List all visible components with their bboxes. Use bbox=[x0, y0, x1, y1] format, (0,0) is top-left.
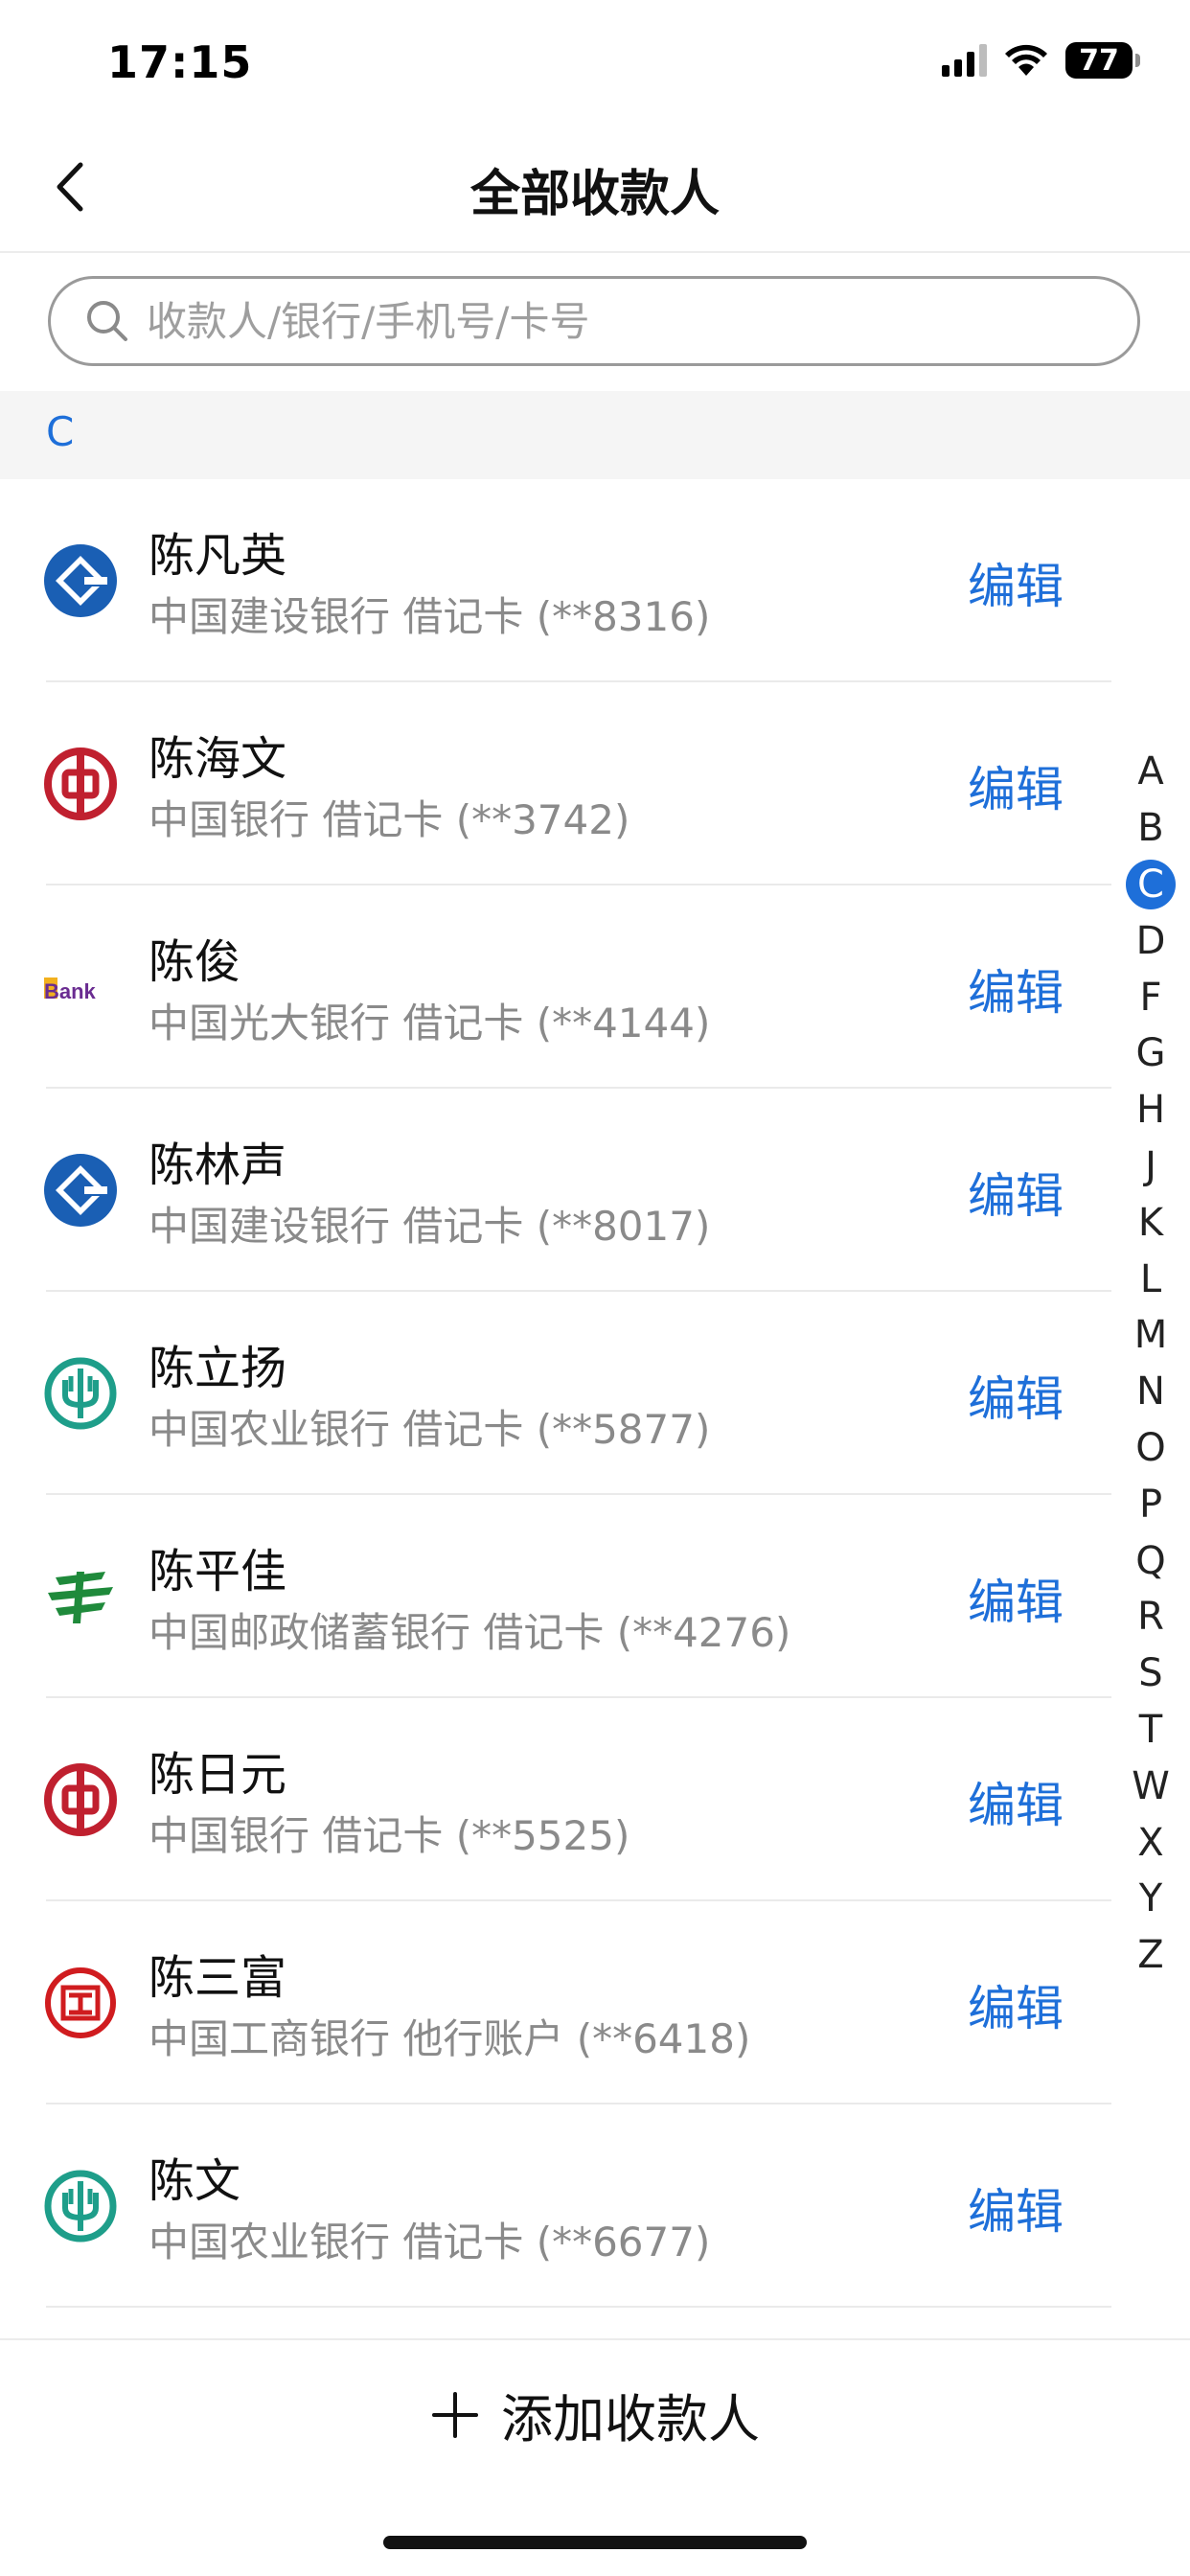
payee-row[interactable]: 陈三富 中国工商银行 他行账户 (**6418) 编辑 bbox=[0, 1901, 1111, 2104]
payee-name: 陈文 bbox=[149, 2154, 241, 2208]
edit-button[interactable]: 编辑 bbox=[968, 1361, 1064, 1430]
payee-row[interactable]: 陈立扬 中国农业银行 借记卡 (**5877) 编辑 bbox=[0, 1292, 1111, 1495]
index-letter-f[interactable]: F bbox=[1111, 969, 1190, 1025]
index-letter-p[interactable]: P bbox=[1111, 1476, 1190, 1532]
status-icons: 77 bbox=[942, 42, 1140, 79]
payee-name: 陈立扬 bbox=[149, 1342, 287, 1395]
payee-name: 陈平佳 bbox=[149, 1545, 287, 1598]
abc-logo-icon bbox=[44, 2170, 117, 2242]
payee-detail: 中国建设银行 借记卡 (**8017) bbox=[149, 1203, 711, 1250]
payee-detail: 中国银行 借记卡 (**5525) bbox=[149, 1812, 630, 1859]
search-input[interactable] bbox=[145, 296, 1107, 346]
status-time: 17:15 bbox=[107, 36, 253, 88]
psbc-logo-icon bbox=[48, 1572, 113, 1623]
index-letter-y[interactable]: Y bbox=[1111, 1871, 1190, 1927]
index-letter-m[interactable]: M bbox=[1111, 1307, 1190, 1364]
payee-row[interactable]: 陈海文 中国银行 借记卡 (**3742) 编辑 bbox=[0, 682, 1111, 886]
payee-row[interactable]: 陈平佳 中国邮政储蓄银行 借记卡 (**4276) 编辑 bbox=[0, 1495, 1111, 1698]
payee-detail: 中国银行 借记卡 (**3742) bbox=[149, 796, 630, 843]
search-icon bbox=[87, 301, 127, 341]
edit-button[interactable]: 编辑 bbox=[968, 1970, 1064, 2039]
index-letter-h[interactable]: H bbox=[1111, 1082, 1190, 1138]
ceb-logo-text: Bank bbox=[44, 979, 97, 1003]
add-bar: 添加收款人 bbox=[0, 2338, 1190, 2484]
home-indicator bbox=[383, 2536, 807, 2549]
edit-button[interactable]: 编辑 bbox=[968, 2174, 1064, 2242]
nav-bar: 全部收款人 bbox=[0, 125, 1190, 253]
payee-name: 陈凡英 bbox=[149, 529, 287, 583]
index-letter-t[interactable]: T bbox=[1111, 1702, 1190, 1759]
index-letter-c[interactable]: C bbox=[1111, 857, 1190, 913]
edit-button[interactable]: 编辑 bbox=[968, 954, 1064, 1024]
payee-row[interactable]: 陈文 中国农业银行 借记卡 (**6677) 编辑 bbox=[0, 2104, 1111, 2308]
wifi-icon bbox=[1005, 44, 1047, 76]
edit-button[interactable]: 编辑 bbox=[968, 1564, 1064, 1633]
payee-row[interactable]: 陈林声 中国建设银行 借记卡 (**8017) 编辑 bbox=[0, 1089, 1111, 1292]
payee-row[interactable]: Bank 陈俊 中国光大银行 借记卡 (**4144) 编辑 bbox=[0, 886, 1111, 1089]
icbc-logo-icon bbox=[45, 1967, 116, 2038]
status-bar: 17:15 77 bbox=[0, 0, 1190, 125]
index-letter-o[interactable]: O bbox=[1111, 1420, 1190, 1477]
payee-name: 陈海文 bbox=[149, 732, 287, 786]
payee-row[interactable]: 陈凡英 中国建设银行 借记卡 (**8316) 编辑 bbox=[0, 479, 1111, 682]
battery-icon: 77 bbox=[1065, 42, 1140, 79]
ccb-logo-icon bbox=[44, 1154, 117, 1227]
payee-row[interactable]: 陈日元 中国银行 借记卡 (**5525) 编辑 bbox=[0, 1698, 1111, 1901]
payee-detail: 中国农业银行 借记卡 (**6677) bbox=[149, 2219, 711, 2266]
add-payee-button[interactable]: 添加收款人 bbox=[0, 2377, 1190, 2452]
ccb-logo-icon bbox=[44, 544, 117, 617]
payee-detail: 中国光大银行 借记卡 (**4144) bbox=[149, 1000, 711, 1046]
ceb-logo-icon: Bank bbox=[44, 978, 97, 1003]
payee-name: 陈林声 bbox=[149, 1138, 287, 1192]
index-letter-b[interactable]: B bbox=[1111, 800, 1190, 857]
index-letter-q[interactable]: Q bbox=[1111, 1532, 1190, 1589]
index-letter-s[interactable]: S bbox=[1111, 1645, 1190, 1702]
edit-button[interactable]: 编辑 bbox=[968, 548, 1064, 617]
edit-button[interactable]: 编辑 bbox=[968, 1158, 1064, 1227]
index-letter-l[interactable]: L bbox=[1111, 1251, 1190, 1307]
search-box[interactable] bbox=[48, 276, 1140, 366]
index-letter-x[interactable]: X bbox=[1111, 1814, 1190, 1871]
boc-logo-icon bbox=[44, 748, 117, 820]
index-letter-n[interactable]: N bbox=[1111, 1364, 1190, 1420]
alphabet-index[interactable]: A B C D F G H J K L M N O P Q R S T W X … bbox=[1111, 744, 1190, 1984]
index-letter-k[interactable]: K bbox=[1111, 1194, 1190, 1251]
index-letter-w[interactable]: W bbox=[1111, 1758, 1190, 1814]
index-letter-j[interactable]: J bbox=[1111, 1138, 1190, 1195]
payee-detail: 中国建设银行 借记卡 (**8316) bbox=[149, 593, 711, 640]
index-letter-z[interactable]: Z bbox=[1111, 1927, 1190, 1984]
index-letter-g[interactable]: G bbox=[1111, 1025, 1190, 1082]
payee-name: 陈日元 bbox=[149, 1748, 287, 1802]
index-letter-d[interactable]: D bbox=[1111, 912, 1190, 969]
payee-detail: 中国工商银行 他行账户 (**6418) bbox=[149, 2015, 751, 2062]
index-letter-r[interactable]: R bbox=[1111, 1589, 1190, 1645]
boc-logo-icon bbox=[44, 1763, 117, 1836]
index-letter-a[interactable]: A bbox=[1111, 744, 1190, 800]
add-payee-label: 添加收款人 bbox=[501, 2389, 760, 2450]
edit-button[interactable]: 编辑 bbox=[968, 1767, 1064, 1836]
section-letter: C bbox=[46, 408, 75, 455]
abc-logo-icon bbox=[44, 1357, 117, 1430]
payee-name: 陈三富 bbox=[149, 1951, 287, 2005]
payee-detail: 中国邮政储蓄银行 借记卡 (**4276) bbox=[149, 1609, 791, 1656]
payee-list: 陈凡英 中国建设银行 借记卡 (**8316) 编辑 陈海文 中国银行 借记卡 … bbox=[0, 479, 1111, 2308]
section-header: C bbox=[0, 391, 1190, 479]
signal-icon bbox=[942, 44, 987, 77]
plus-icon bbox=[432, 2391, 478, 2438]
payee-detail: 中国农业银行 借记卡 (**5877) bbox=[149, 1406, 711, 1453]
payee-name: 陈俊 bbox=[149, 935, 241, 989]
page-title: 全部收款人 bbox=[469, 166, 720, 223]
battery-level: 77 bbox=[1079, 43, 1119, 78]
edit-button[interactable]: 编辑 bbox=[968, 751, 1064, 820]
